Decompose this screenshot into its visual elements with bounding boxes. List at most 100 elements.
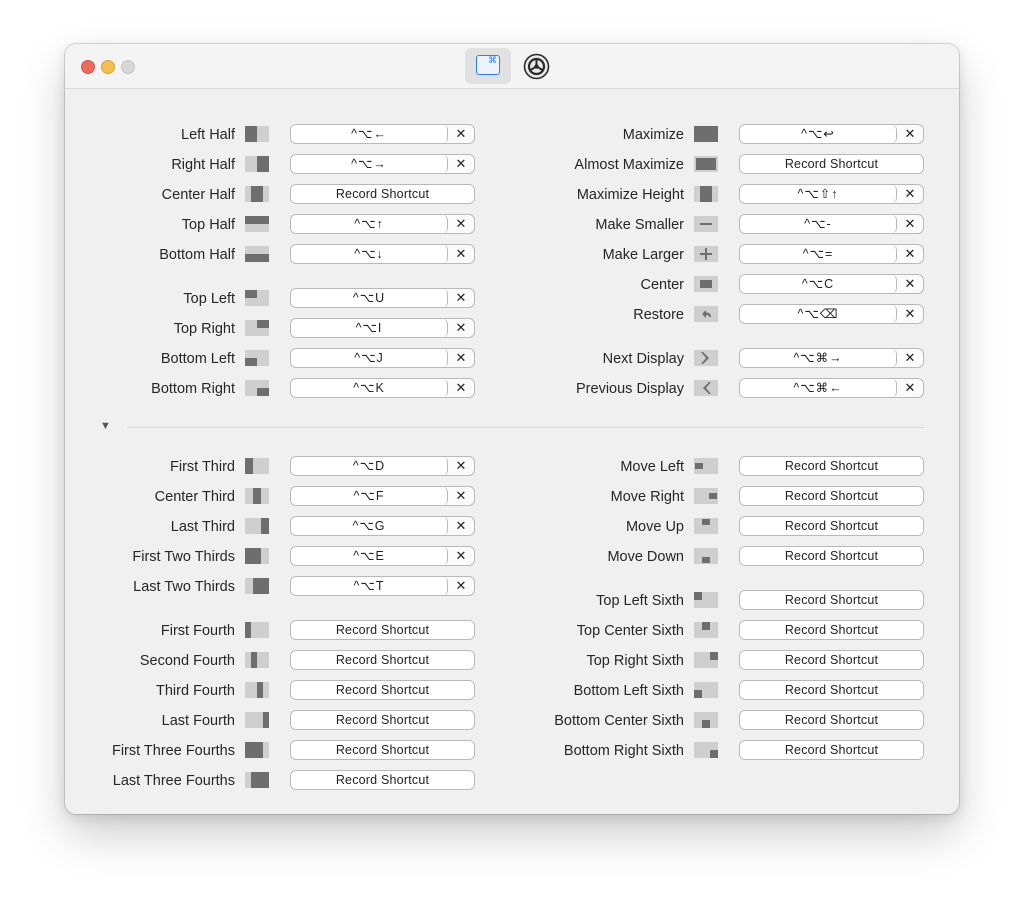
shortcut-recorder-maximize[interactable]: ^⌥↩ ✕ (739, 124, 924, 144)
almost-maximize-icon (694, 156, 718, 172)
shortcut-row-bottom-left-sixth: Bottom Left Sixth Record Shortcut (65, 680, 959, 700)
record-shortcut-button[interactable]: Record Shortcut (291, 771, 474, 789)
clear-shortcut-icon[interactable]: ✕ (897, 185, 923, 203)
shortcut-row-maximize-height: Maximize Height ^⌥⇧↑ ✕ (65, 184, 959, 204)
shortcut-label: Move Left (620, 459, 684, 475)
shortcut-recorder-last-three-fourths[interactable]: Record Shortcut (290, 770, 475, 790)
minimize-button[interactable] (101, 60, 115, 74)
shortcut-label: Center (640, 277, 684, 293)
close-button[interactable] (81, 60, 95, 74)
shortcut-label: Move Down (607, 549, 684, 565)
clear-shortcut-icon[interactable]: ✕ (897, 275, 923, 293)
shortcut-label: Make Larger (602, 247, 684, 263)
shortcut-label: Almost Maximize (574, 157, 684, 173)
shortcut-recorder-previous-display[interactable]: ^⌥⌘← ✕ (739, 378, 924, 398)
app-window: ⌘ Left Half ^⌥← ✕ Right Half ^⌥→ ✕ Center Half… (65, 44, 959, 814)
top-left-sixth-icon (694, 592, 718, 608)
shortcut-field[interactable]: ^⌥⌘← (740, 379, 897, 397)
record-shortcut-button[interactable]: Record Shortcut (740, 741, 923, 759)
shortcut-label: Make Smaller (595, 217, 684, 233)
last-three-fourths-icon (245, 772, 269, 788)
shortcut-recorder-bottom-center-sixth[interactable]: Record Shortcut (739, 710, 924, 730)
record-shortcut-button[interactable]: Record Shortcut (740, 547, 923, 565)
shortcut-field[interactable]: ^⌥= (740, 245, 897, 263)
bottom-right-sixth-icon (694, 742, 718, 758)
shortcut-row-almost-maximize: Almost Maximize Record Shortcut (65, 154, 959, 174)
shortcut-row-maximize: Maximize ^⌥↩ ✕ (65, 124, 959, 144)
shortcut-recorder-next-display[interactable]: ^⌥⌘→ ✕ (739, 348, 924, 368)
shortcut-label: Last Three Fourths (112, 773, 235, 789)
clear-shortcut-icon[interactable]: ✕ (897, 245, 923, 263)
keyboard-shortcuts-tab[interactable]: ⌘ (465, 48, 511, 84)
record-shortcut-button[interactable]: Record Shortcut (740, 711, 923, 729)
shortcut-row-last-three-fourths: Last Three Fourths Record Shortcut (65, 770, 959, 790)
shortcut-recorder-center[interactable]: ^⌥C ✕ (739, 274, 924, 294)
shortcut-field[interactable]: ^⌥⇧↑ (740, 185, 897, 203)
shortcut-row-top-left-sixth: Top Left Sixth Record Shortcut (65, 590, 959, 610)
shortcut-row-move-up: Move Up Record Shortcut (65, 516, 959, 536)
shortcut-row-previous-display: Previous Display ^⌥⌘← ✕ (65, 378, 959, 398)
shortcut-recorder-make-smaller[interactable]: ^⌥- ✕ (739, 214, 924, 234)
shortcut-recorder-restore[interactable]: ^⌥⌫ ✕ (739, 304, 924, 324)
disclosure-triangle-icon[interactable]: ▼ (100, 420, 111, 432)
maximize-height-icon (694, 186, 718, 202)
gear-icon (523, 53, 550, 80)
shortcut-row-make-larger: Make Larger ^⌥= ✕ (65, 244, 959, 264)
shortcut-label: Previous Display (576, 381, 684, 397)
shortcut-label: Bottom Left Sixth (573, 683, 684, 699)
zoom-button[interactable] (121, 60, 135, 74)
section-divider (127, 427, 924, 428)
clear-shortcut-icon[interactable]: ✕ (897, 125, 923, 143)
shortcut-field[interactable]: ^⌥⌘→ (740, 349, 897, 367)
shortcut-row-bottom-center-sixth: Bottom Center Sixth Record Shortcut (65, 710, 959, 730)
shortcut-row-bottom-right-sixth: Bottom Right Sixth Record Shortcut (65, 740, 959, 760)
shortcut-row-center: Center ^⌥C ✕ (65, 274, 959, 294)
shortcut-recorder-top-right-sixth[interactable]: Record Shortcut (739, 650, 924, 670)
clear-shortcut-icon[interactable]: ✕ (897, 305, 923, 323)
shortcut-recorder-bottom-right-sixth[interactable]: Record Shortcut (739, 740, 924, 760)
move-right-icon (694, 488, 718, 504)
shortcut-recorder-almost-maximize[interactable]: Record Shortcut (739, 154, 924, 174)
shortcut-row-top-right-sixth: Top Right Sixth Record Shortcut (65, 650, 959, 670)
shortcut-label: Bottom Right Sixth (563, 743, 684, 759)
bottom-left-sixth-icon (694, 682, 718, 698)
record-shortcut-button[interactable]: Record Shortcut (740, 591, 923, 609)
shortcut-recorder-move-right[interactable]: Record Shortcut (739, 486, 924, 506)
shortcut-label: Top Center Sixth (576, 623, 684, 639)
shortcut-field[interactable]: ^⌥C (740, 275, 897, 293)
clear-shortcut-icon[interactable]: ✕ (897, 349, 923, 367)
shortcut-recorder-bottom-left-sixth[interactable]: Record Shortcut (739, 680, 924, 700)
shortcut-recorder-top-center-sixth[interactable]: Record Shortcut (739, 620, 924, 640)
previous-display-icon (694, 380, 718, 396)
shortcut-recorder-make-larger[interactable]: ^⌥= ✕ (739, 244, 924, 264)
record-shortcut-button[interactable]: Record Shortcut (740, 517, 923, 535)
settings-tab[interactable] (513, 48, 559, 84)
shortcut-label: Move Up (625, 519, 684, 535)
record-shortcut-button[interactable]: Record Shortcut (740, 681, 923, 699)
maximize-icon (694, 126, 718, 142)
bottom-center-sixth-icon (694, 712, 718, 728)
shortcut-recorder-move-up[interactable]: Record Shortcut (739, 516, 924, 536)
shortcut-label: Top Left Sixth (596, 593, 684, 609)
shortcut-label: Restore (633, 307, 684, 323)
top-right-sixth-icon (694, 652, 718, 668)
shortcut-field[interactable]: ^⌥- (740, 215, 897, 233)
clear-shortcut-icon[interactable]: ✕ (897, 215, 923, 233)
record-shortcut-button[interactable]: Record Shortcut (740, 621, 923, 639)
record-shortcut-button[interactable]: Record Shortcut (740, 487, 923, 505)
shortcut-recorder-move-left[interactable]: Record Shortcut (739, 456, 924, 476)
move-left-icon (694, 458, 718, 474)
keyboard-command-icon: ⌘ (476, 55, 500, 75)
clear-shortcut-icon[interactable]: ✕ (897, 379, 923, 397)
record-shortcut-button[interactable]: Record Shortcut (740, 155, 923, 173)
shortcut-label: Top Right Sixth (586, 653, 684, 669)
record-shortcut-button[interactable]: Record Shortcut (740, 651, 923, 669)
record-shortcut-button[interactable]: Record Shortcut (740, 457, 923, 475)
shortcut-field[interactable]: ^⌥↩ (740, 125, 897, 143)
shortcut-recorder-maximize-height[interactable]: ^⌥⇧↑ ✕ (739, 184, 924, 204)
make-smaller-icon (694, 216, 718, 232)
shortcut-recorder-top-left-sixth[interactable]: Record Shortcut (739, 590, 924, 610)
shortcut-field[interactable]: ^⌥⌫ (740, 305, 897, 323)
move-up-icon (694, 518, 718, 534)
shortcut-recorder-move-down[interactable]: Record Shortcut (739, 546, 924, 566)
